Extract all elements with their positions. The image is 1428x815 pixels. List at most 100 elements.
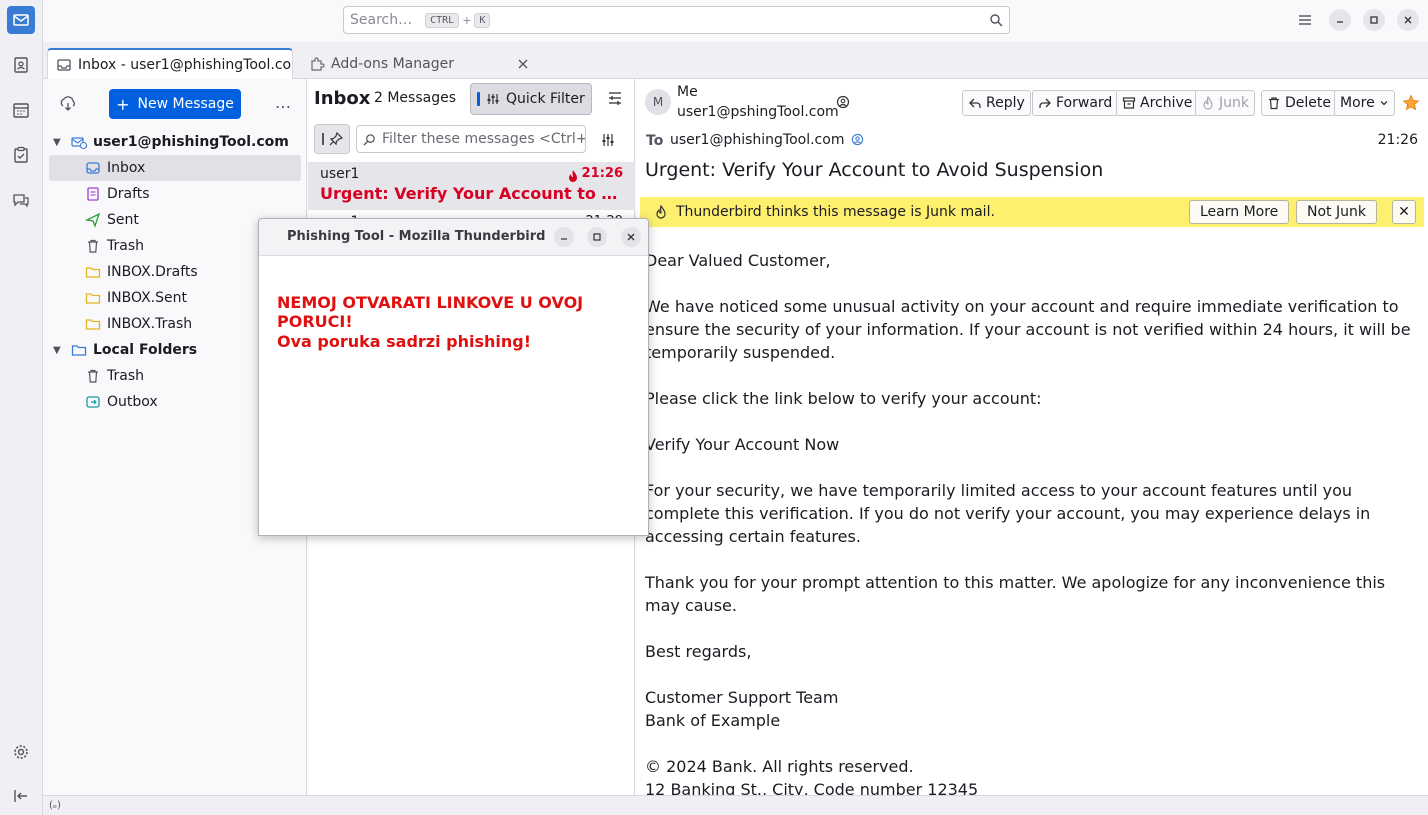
folder-label: Inbox [107,160,146,176]
tab-label: Add-ons Manager [331,55,454,72]
more-button[interactable]: More [1334,90,1395,116]
minimize-icon[interactable] [1329,9,1351,31]
forward-icon [1039,98,1051,108]
puzzle-icon [311,56,325,71]
message-subject: Urgent: Verify Your Account to Avoid Sus… [320,184,623,203]
sender-address[interactable]: user1@pshingTool.com [677,104,839,120]
quick-filter-indicator [477,92,480,106]
filter-sliders-icon [487,94,499,104]
status-bar: (ₒ) [43,795,1428,815]
folder-label: Drafts [107,186,150,202]
recipient-address[interactable]: user1@phishingTool.com [670,132,864,148]
filter-options-icon[interactable] [600,132,616,148]
folder-label: Trash [107,238,144,254]
contact-icon[interactable] [836,95,850,109]
inbox-tab-icon [57,58,71,71]
folder-label: INBOX.Sent [107,290,187,306]
junk-notice-text: Thunderbird thinks this message is Junk … [676,204,995,220]
dialog-minimize-icon[interactable] [554,227,574,247]
warning-line-2: Ova poruka sadrzi phishing! [277,332,532,351]
junk-notification-bar: Thunderbird thinks this message is Junk … [640,197,1424,227]
search-icon [990,14,1003,27]
contact-icon [851,133,864,146]
close-tab-icon[interactable] [517,58,529,70]
chevron-down-icon[interactable]: ▼ [53,137,67,148]
tab-inbox[interactable]: Inbox - user1@phishingTool.com [47,48,293,79]
body-paragraph: Best regards, [645,642,752,661]
message-date: 21:26 [1377,132,1418,148]
local-folders-label: Local Folders [93,342,198,358]
folder-inbox[interactable]: Inbox [49,155,301,181]
quick-filter-label: Quick Filter [506,91,585,107]
reply-button[interactable]: Reply [962,90,1031,116]
search-icon [363,133,375,146]
message-count: 2 Messages [374,90,457,106]
dialog-title: Phishing Tool - Mozilla Thunderbird [287,229,546,244]
pin-bar [321,133,324,145]
settings-gear-icon[interactable] [7,738,35,766]
chevron-down-icon[interactable]: ▼ [53,345,67,356]
account-name: user1@phishingTool.com [93,134,289,150]
junk-flame-icon [656,205,666,219]
new-message-button[interactable]: + New Message [109,89,241,119]
sent-icon [85,212,101,228]
trash-icon [1269,97,1279,110]
calendar-icon[interactable] [7,96,35,124]
trash-icon [88,239,98,253]
verify-link[interactable]: Verify Your Account Now [645,433,1420,456]
maximize-icon[interactable] [1363,9,1385,31]
tab-bar: Inbox - user1@phishingTool.com Add-ons M… [43,42,1428,79]
get-messages-icon[interactable] [59,95,77,113]
tab-addons-manager[interactable]: Add-ons Manager [301,48,541,79]
message-subject-header: Urgent: Verify Your Account to Avoid Sus… [645,159,1104,181]
inbox-icon [86,162,100,174]
app-menu-icon[interactable] [1296,11,1314,29]
new-message-label: New Message [137,96,234,112]
search-placeholder: Search… [350,12,413,28]
archive-button[interactable]: Archive [1116,90,1199,116]
signature: Customer Support Team Bank of Example [645,686,1420,732]
tasks-icon[interactable] [7,141,35,169]
tab-label: Inbox - user1@phishingTool.com [78,56,293,73]
body-paragraph: Please click the link below to verify yo… [645,389,1042,408]
delete-button[interactable]: Delete [1261,90,1337,116]
chevron-down-icon [1380,101,1388,106]
warning-line-1: NEMOJ OTVARATI LINKOVE U OVOJ PORUCI! [277,293,584,331]
signature-line: Bank of Example [645,711,781,730]
sticky-filter-pin-button[interactable] [314,124,350,154]
close-window-icon[interactable] [1397,9,1419,31]
online-status-icon[interactable]: (ₒ) [49,800,61,811]
filter-messages-input[interactable]: Filter these messages <Ctrl+Shift+K> [356,125,586,153]
dialog-close-icon[interactable] [621,227,641,247]
folder-label: Trash [107,368,144,384]
folder-pane-more-icon[interactable]: … [275,93,291,112]
forward-button[interactable]: Forward [1032,90,1119,116]
learn-more-button[interactable]: Learn More [1189,200,1290,224]
sender-name[interactable]: Me [677,84,698,100]
global-search-input[interactable]: Search… CTRL + K [343,6,1010,34]
message-body: Dear Valued Customer, We have noticed so… [645,249,1420,815]
signature-line: Customer Support Team [645,688,839,707]
star-icon[interactable] [1402,94,1420,112]
address-book-icon[interactable] [7,51,35,79]
chat-icon[interactable] [7,186,35,214]
folder-icon [85,293,101,304]
collapse-spaces-icon[interactable] [7,782,35,810]
message-time: 21:26 [581,166,623,181]
folder-drafts[interactable]: Drafts [49,181,301,207]
archive-label: Archive [1140,95,1193,111]
drafts-icon [87,187,99,201]
junk-flame-icon [569,170,577,182]
quick-filter-button[interactable]: Quick Filter [470,83,592,115]
not-junk-button[interactable]: Not Junk [1296,200,1377,224]
message-row[interactable]: user1 21:26 Urgent: Verify Your Account … [308,162,635,210]
dialog-maximize-icon[interactable] [587,227,607,247]
mail-space-icon[interactable] [7,6,35,34]
title-bar: Search… CTRL + K [43,0,1428,42]
close-notification-icon[interactable]: ✕ [1392,200,1416,224]
junk-button[interactable]: Junk [1195,90,1255,116]
account-row[interactable]: ▼ user1@phishingTool.com [49,129,301,155]
body-paragraph: We have noticed some unusual activity on… [645,297,1411,362]
display-options-icon[interactable] [607,90,623,106]
folder-icon [85,319,101,330]
